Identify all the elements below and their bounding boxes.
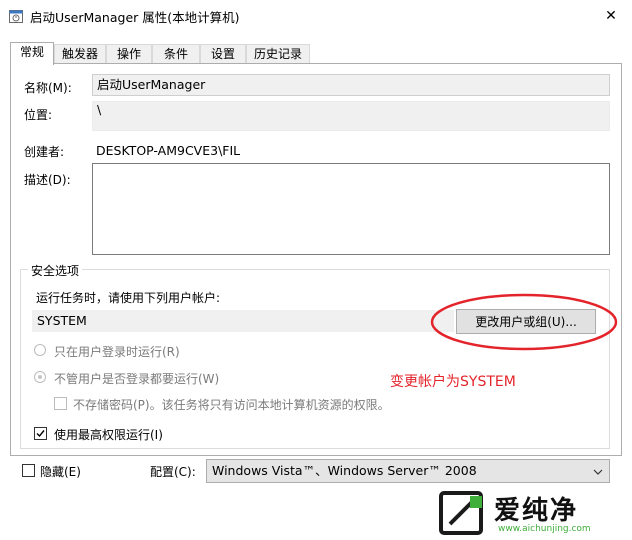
watermark-url: www.aichunjing.com xyxy=(498,524,591,534)
tab-strip: 常规 触发器 操作 条件 设置 历史记录 xyxy=(10,42,622,65)
brand-logo-icon xyxy=(439,491,483,535)
radio-run-whether-logged-on[interactable] xyxy=(34,371,46,383)
tab-settings[interactable]: 设置 xyxy=(200,44,246,63)
checkmark-icon xyxy=(36,430,45,438)
watermark: 爱纯净 www.aichunjing.com xyxy=(432,486,632,540)
tab-actions[interactable]: 操作 xyxy=(106,44,152,63)
task-scheduler-icon xyxy=(9,10,23,23)
location-field: \ xyxy=(92,101,610,131)
hidden-checkbox[interactable] xyxy=(22,464,35,477)
window-title: 启动UserManager 属性(本地计算机) xyxy=(30,10,240,25)
tab-conditions[interactable]: 条件 xyxy=(152,44,200,63)
close-button[interactable]: ✕ xyxy=(590,0,632,32)
watermark-brand: 爱纯净 xyxy=(494,496,579,526)
configure-dropdown[interactable]: Windows Vista™、Windows Server™ 2008 xyxy=(206,459,610,483)
close-icon: ✕ xyxy=(605,8,617,24)
annotation-text: 变更帐户为SYSTEM xyxy=(390,374,516,390)
do-not-store-password-label: 不存储密码(P)。该任务将只有访问本地计算机资源的权限。 xyxy=(73,398,390,412)
annotation-ellipse xyxy=(430,293,618,351)
author-label: 创建者: xyxy=(24,145,65,159)
configure-label: 配置(C): xyxy=(150,465,196,479)
user-account-field: SYSTEM xyxy=(32,310,454,332)
tab-triggers[interactable]: 触发器 xyxy=(54,44,106,63)
description-label: 描述(D): xyxy=(24,173,71,187)
run-as-label: 运行任务时，请使用下列用户帐户: xyxy=(36,291,221,305)
highest-privileges-checkbox[interactable] xyxy=(34,427,47,440)
security-options-title: 安全选项 xyxy=(28,262,83,279)
do-not-store-password-checkbox[interactable] xyxy=(54,397,67,410)
tab-history[interactable]: 历史记录 xyxy=(246,44,310,63)
highest-privileges-label: 使用最高权限运行(I) xyxy=(54,428,163,442)
description-textarea[interactable] xyxy=(92,163,610,255)
configure-dropdown-value: Windows Vista™、Windows Server™ 2008 xyxy=(212,463,477,478)
tab-general[interactable]: 常规 xyxy=(10,42,54,65)
location-label: 位置: xyxy=(24,108,53,122)
name-field[interactable]: 启动UserManager xyxy=(92,74,610,96)
chevron-down-icon xyxy=(593,469,603,475)
hidden-label: 隐藏(E) xyxy=(40,465,81,479)
name-label: 名称(M): xyxy=(24,81,72,95)
radio-run-only-logged-on[interactable] xyxy=(34,344,46,356)
author-value: DESKTOP-AM9CVE3\FIL xyxy=(96,143,241,158)
radio-run-only-logged-on-label: 只在用户登录时运行(R) xyxy=(54,345,180,359)
radio-run-whether-logged-on-label: 不管用户是否登录都要运行(W) xyxy=(54,372,220,386)
